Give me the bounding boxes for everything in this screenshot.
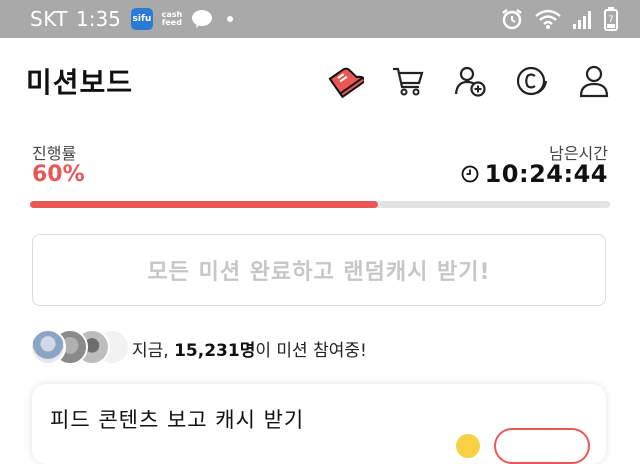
page-title: 미션보드 — [26, 66, 134, 99]
participants-suffix: 이 미션 참여중! — [255, 340, 367, 361]
participants-count: 15,231명 — [174, 340, 256, 361]
wifi-icon — [535, 9, 561, 29]
mission-title: 피드 콘텐츠 보고 캐시 받기 — [50, 408, 305, 432]
cashfeed-icon: cash feed — [161, 8, 183, 30]
alarm-icon — [502, 9, 522, 30]
battery-icon: 7 — [604, 7, 618, 31]
app-label: feed — [161, 18, 182, 27]
notification-apps: sifu cash feed — [130, 8, 233, 30]
header-actions — [326, 61, 614, 101]
remaining-time: 10:24:44 — [461, 160, 608, 188]
participant-avatars — [30, 329, 130, 367]
cart-icon[interactable] — [388, 61, 428, 101]
shoe-icon[interactable] — [326, 61, 366, 101]
progress-bar-fill — [30, 201, 378, 208]
profile-icon[interactable] — [574, 61, 614, 101]
remaining-time-value: 10:24:44 — [484, 160, 608, 188]
clock-icon — [461, 165, 479, 183]
status-icons: 7 — [500, 7, 618, 31]
mission-card[interactable]: 피드 콘텐츠 보고 캐시 받기 — [32, 384, 606, 464]
app-label: sifu — [132, 14, 152, 24]
clock: 1:35 — [75, 7, 121, 31]
cash-coin-icon[interactable] — [512, 61, 552, 101]
progress-section: 진행률 60% 남은시간 10:24:44 — [30, 138, 610, 214]
progress-label: 진행률 — [32, 144, 77, 163]
status-bar: SKT 1:35 sifu cash feed 7 — [0, 0, 640, 38]
progress-bar-track — [30, 201, 610, 208]
participants-text: 지금, 15,231명이 미션 참여중! — [132, 336, 367, 361]
participants-prefix: 지금, — [132, 340, 175, 361]
add-friend-icon[interactable] — [450, 61, 490, 101]
signal-icon — [573, 11, 591, 29]
participants-row: 지금, 15,231명이 미션 참여중! — [30, 328, 367, 368]
progress-percent: 60% — [32, 162, 85, 187]
coin-icon — [456, 434, 480, 458]
kakaotalk-icon — [191, 8, 213, 30]
avatar — [30, 329, 66, 365]
samsung-app-icon: sifu — [130, 8, 153, 30]
battery-level: 7 — [608, 15, 614, 25]
chat-bubble-icon — [191, 10, 212, 28]
app-header: 미션보드 — [0, 38, 640, 124]
more-notifications-dot — [226, 16, 233, 22]
complete-all-reward-button[interactable]: 모든 미션 완료하고 랜덤캐시 받기! — [32, 234, 606, 306]
mission-action-button[interactable] — [494, 428, 590, 464]
carrier-label: SKT — [30, 7, 68, 31]
